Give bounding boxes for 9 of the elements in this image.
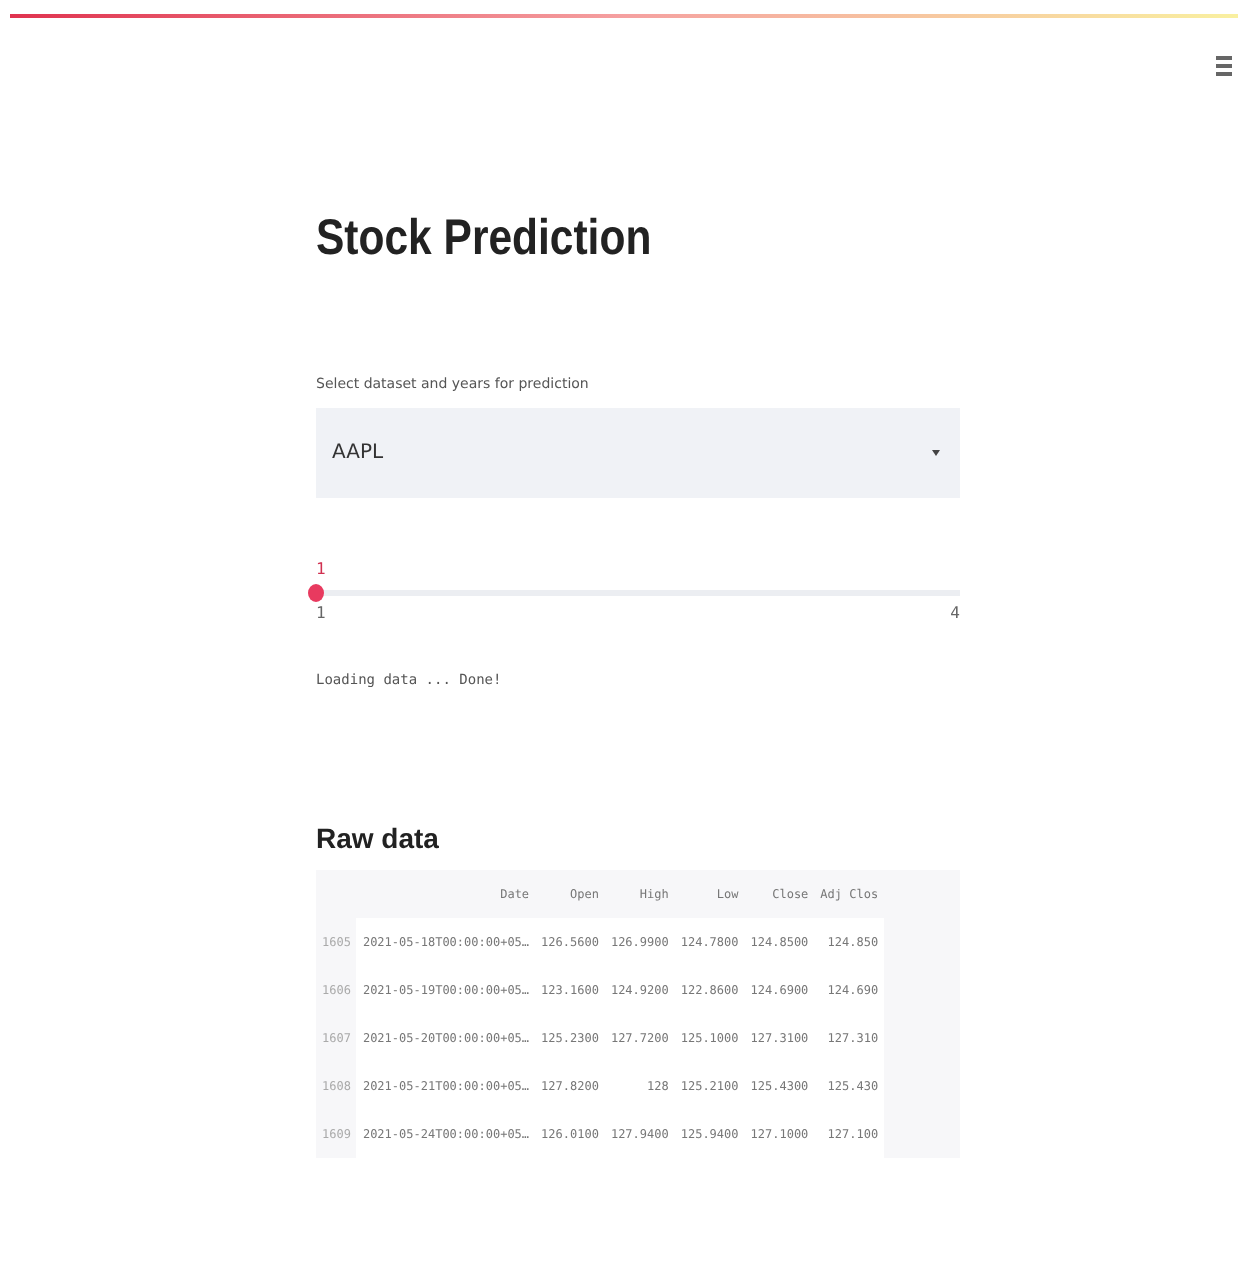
slider-max: 4: [950, 604, 960, 622]
caret-icon: [932, 450, 940, 456]
page-title: Stock Prediction: [316, 210, 654, 268]
section-heading: Raw data: [316, 822, 441, 854]
menu-icon[interactable]: [1216, 56, 1232, 76]
slider-value: 1: [316, 560, 326, 578]
slider-min: 1: [316, 604, 326, 622]
slider-thumb[interactable]: [308, 584, 324, 602]
dataset-dropdown[interactable]: AAPL: [316, 408, 960, 498]
